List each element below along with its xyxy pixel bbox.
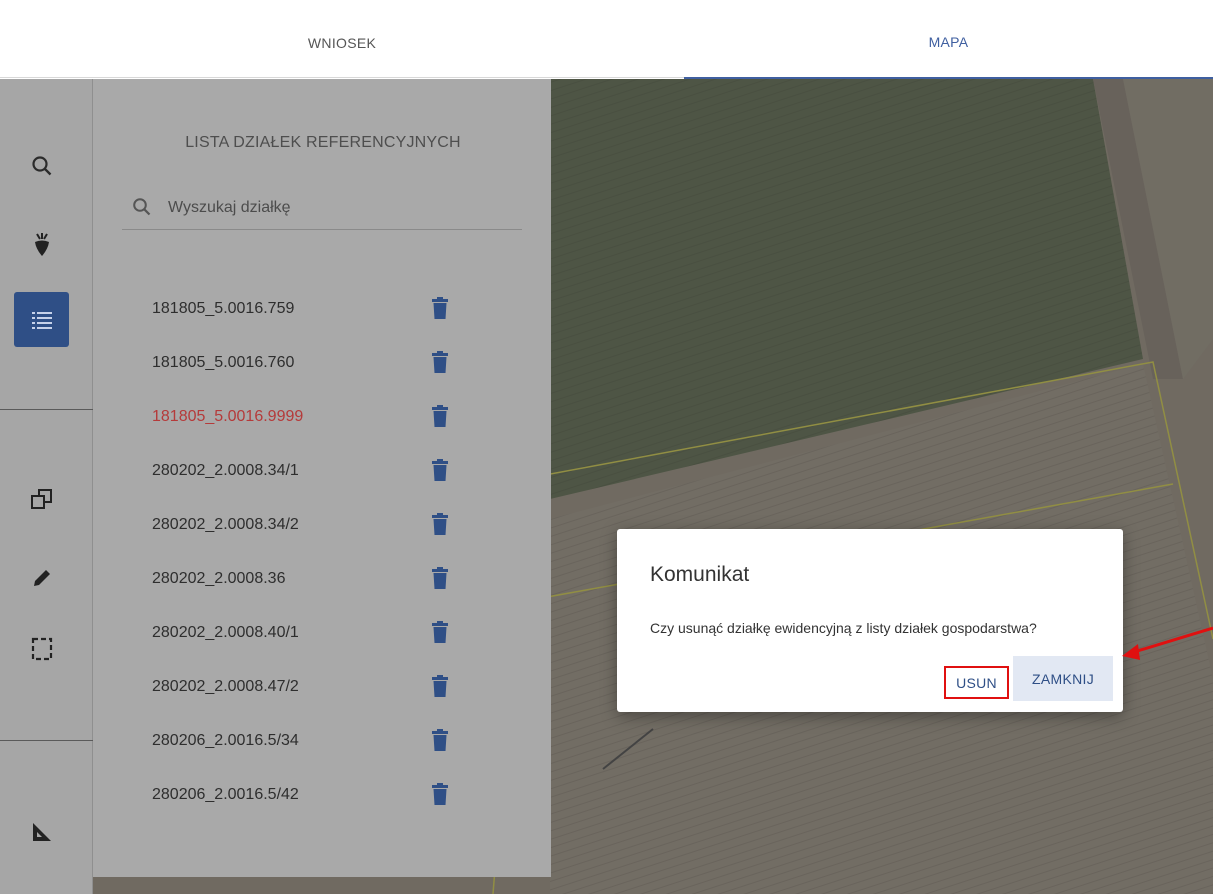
parcel-list-tool-button[interactable] xyxy=(14,292,69,347)
search-tool-button[interactable] xyxy=(14,138,70,194)
list-item[interactable]: 280202_2.0008.34/1 xyxy=(93,446,551,500)
parcel-id: 181805_5.0016.759 xyxy=(152,300,295,317)
toolbar-divider xyxy=(0,740,93,741)
left-toolbar xyxy=(0,79,93,894)
confirm-dialog: Komunikat Czy usunąć działkę ewidencyjną… xyxy=(617,529,1123,712)
list-item[interactable]: 280206_2.0016.5/34 xyxy=(93,716,551,770)
copy-icon xyxy=(30,487,54,511)
ruler-triangle-icon xyxy=(32,822,52,842)
copy-tool-button[interactable] xyxy=(14,471,70,527)
list-item[interactable]: 280202_2.0008.36 xyxy=(93,554,551,608)
trash-icon[interactable] xyxy=(432,297,448,319)
parcel-id: 280202_2.0008.34/1 xyxy=(152,462,299,479)
list-item[interactable]: 181805_5.0016.9999 xyxy=(93,392,551,446)
trash-icon[interactable] xyxy=(432,729,448,751)
trash-icon[interactable] xyxy=(432,783,448,805)
toolbar-divider xyxy=(0,409,93,410)
parcel-id: 280202_2.0008.34/2 xyxy=(152,516,299,533)
list-item[interactable]: 181805_5.0016.759 xyxy=(93,284,551,338)
select-rectangle-icon xyxy=(31,637,53,661)
trash-icon[interactable] xyxy=(432,675,448,697)
annotation-arrow-icon xyxy=(1122,626,1213,660)
search-icon xyxy=(132,197,152,222)
tab-wniosek[interactable]: WNIOSEK xyxy=(0,7,684,78)
parcel-id: 280206_2.0016.5/34 xyxy=(152,732,299,749)
pencil-icon xyxy=(32,568,52,588)
trash-icon[interactable] xyxy=(432,405,448,427)
trash-icon[interactable] xyxy=(432,459,448,481)
trash-icon[interactable] xyxy=(432,567,448,589)
tab-mapa[interactable]: MAPA xyxy=(684,7,1213,79)
parcel-list-panel: LISTA DZIAŁEK REFERENCYJNYCH 181805_5.00… xyxy=(93,79,551,877)
list-item[interactable]: 181805_5.0016.760 xyxy=(93,338,551,392)
select-area-tool-button[interactable] xyxy=(14,621,70,677)
parcel-id: 181805_5.0016.9999 xyxy=(152,408,304,425)
list-item[interactable]: 280206_2.0016.5/42 xyxy=(93,770,551,824)
close-button[interactable]: ZAMKNIJ xyxy=(1013,656,1113,701)
trash-icon[interactable] xyxy=(432,351,448,373)
search-icon xyxy=(31,155,53,177)
trash-icon[interactable] xyxy=(432,513,448,535)
parcel-id: 280202_2.0008.47/2 xyxy=(152,678,299,695)
search-box xyxy=(122,187,522,230)
parcel-id: 280202_2.0008.40/1 xyxy=(152,624,299,641)
measure-tool-button[interactable] xyxy=(14,804,70,860)
crops-tool-button[interactable] xyxy=(14,217,70,273)
parcel-id: 280202_2.0008.36 xyxy=(152,570,286,587)
dialog-title: Komunikat xyxy=(650,563,750,586)
top-tab-bar: WNIOSEK MAPA xyxy=(0,7,1213,79)
list-icon xyxy=(31,311,52,329)
delete-confirm-button[interactable]: USUN xyxy=(944,666,1009,699)
parcel-id: 280206_2.0016.5/42 xyxy=(152,786,299,803)
trash-icon[interactable] xyxy=(432,621,448,643)
list-item[interactable]: 280202_2.0008.40/1 xyxy=(93,608,551,662)
dialog-message: Czy usunąć działkę ewidencyjną z listy d… xyxy=(650,620,1037,636)
list-item[interactable]: 280202_2.0008.34/2 xyxy=(93,500,551,554)
list-item[interactable]: 280202_2.0008.47/2 xyxy=(93,662,551,716)
beet-icon xyxy=(34,233,50,257)
panel-title: LISTA DZIAŁEK REFERENCYJNYCH xyxy=(185,134,461,151)
parcel-id: 181805_5.0016.760 xyxy=(152,354,295,371)
edit-tool-button[interactable] xyxy=(14,550,70,606)
search-input[interactable] xyxy=(168,193,508,223)
